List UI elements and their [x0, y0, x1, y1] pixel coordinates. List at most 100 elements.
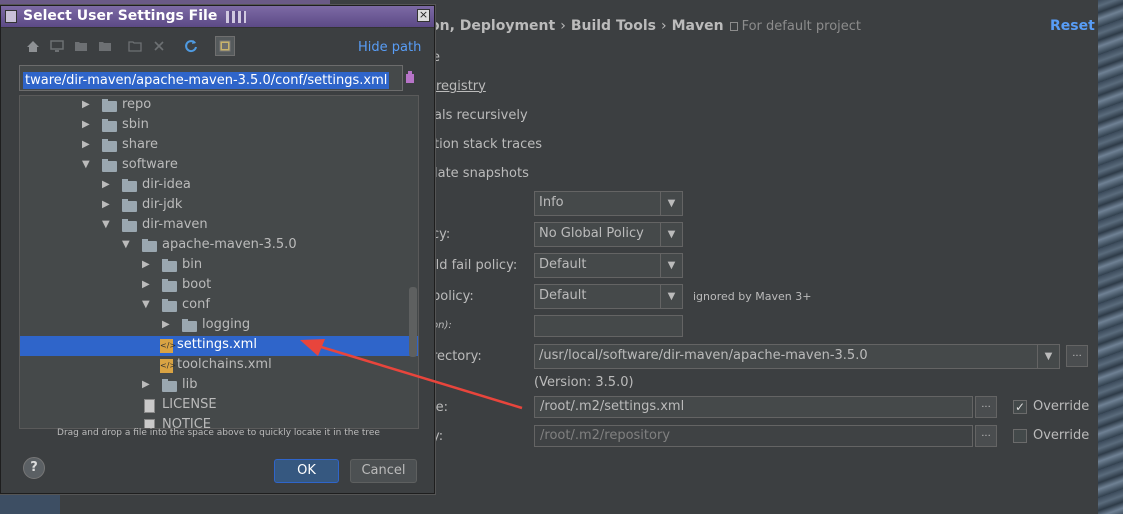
- chevron-down-icon: ▼: [660, 285, 682, 308]
- xml-file-icon: </>: [160, 359, 176, 373]
- expand-down-icon[interactable]: ▼: [142, 299, 150, 310]
- checksum-policy-value: No Global Policy: [539, 226, 644, 241]
- multiproject-fail-policy-value: Default: [539, 257, 587, 272]
- maven-version-text: (Version: 3.5.0): [534, 375, 634, 390]
- folder-icon: [122, 199, 137, 212]
- threads-input[interactable]: [534, 315, 683, 337]
- expand-right-icon[interactable]: ▶: [162, 319, 170, 330]
- desktop-background: [1098, 0, 1123, 514]
- output-level-select[interactable]: Info ▼: [534, 191, 683, 216]
- tree-item[interactable]: ▶ share: [20, 136, 418, 156]
- tree-item[interactable]: ▶ logging: [20, 316, 418, 336]
- tree-item-label: dir-jdk: [142, 197, 183, 212]
- project-scope-label: For default project: [741, 19, 862, 34]
- always-update-snapshots-label: late snapshots: [434, 166, 529, 181]
- tree-item-label: LICENSE: [162, 397, 217, 412]
- tree-item[interactable]: ▶ dir-jdk: [20, 196, 418, 216]
- multiproject-fail-policy-select[interactable]: Default ▼: [534, 253, 683, 278]
- checksum-policy-select[interactable]: No Global Policy ▼: [534, 222, 683, 247]
- expand-right-icon[interactable]: ▶: [102, 199, 110, 210]
- chevron-down-icon: ▼: [660, 192, 682, 215]
- browse-repository-button[interactable]: ...: [975, 425, 997, 447]
- tree-item[interactable]: LICENSE: [20, 396, 418, 416]
- repository-override-checkbox[interactable]: [1013, 429, 1027, 443]
- home-icon[interactable]: [23, 36, 43, 56]
- breadcrumb-separator: ›: [661, 18, 667, 34]
- maven-home-value: /usr/local/software/dir-maven/apache-mav…: [539, 348, 868, 363]
- drag-drop-hint: Drag and drop a file into the space abov…: [57, 428, 380, 438]
- browse-settings-file-button[interactable]: ...: [975, 396, 997, 418]
- expand-right-icon[interactable]: ▶: [82, 99, 90, 110]
- tree-item-label: boot: [182, 277, 212, 292]
- tree-item[interactable]: ▶ boot: [20, 276, 418, 296]
- tree-item[interactable]: ▶ dir-idea: [20, 176, 418, 196]
- desktop-icon[interactable]: [47, 36, 67, 56]
- folder-icon: [162, 379, 177, 392]
- folder-icon: [102, 99, 117, 112]
- tree-item[interactable]: ▶ repo: [20, 96, 418, 116]
- reset-link[interactable]: Reset: [1050, 18, 1095, 34]
- path-input-value: tware/dir-maven/apache-maven-3.5.0/conf/…: [23, 72, 390, 89]
- text-file-icon: [144, 399, 155, 413]
- expand-right-icon[interactable]: ▶: [102, 179, 110, 190]
- local-repository-input[interactable]: /root/.m2/repository: [534, 425, 973, 447]
- expand-down-icon[interactable]: ▼: [102, 219, 110, 230]
- settings-file-input[interactable]: /root/.m2/settings.xml: [534, 396, 973, 418]
- plugin-update-policy-label: policy:: [432, 289, 474, 304]
- expand-right-icon[interactable]: ▶: [142, 379, 150, 390]
- tree-item-selected[interactable]: </> settings.xml: [20, 336, 418, 356]
- breadcrumb-item[interactable]: on, Deployment: [430, 18, 555, 34]
- desktop-background-bottom: [0, 492, 60, 514]
- tree-item-label: sbin: [122, 117, 149, 132]
- expand-right-icon[interactable]: ▶: [142, 259, 150, 270]
- tree-item-label: share: [122, 137, 159, 152]
- tree-item-label: repo: [122, 97, 152, 112]
- tree-item[interactable]: ▶ lib: [20, 376, 418, 396]
- tree-item-label: bin: [182, 257, 203, 272]
- tree-item[interactable]: ▼ software: [20, 156, 418, 176]
- tree-item[interactable]: ▼ conf: [20, 296, 418, 316]
- delete-icon[interactable]: [149, 36, 169, 56]
- select-settings-file-dialog: Select User Settings File × Hide path tw…: [0, 5, 435, 494]
- expand-right-icon[interactable]: ▶: [82, 119, 90, 130]
- folder-icon: [102, 119, 117, 132]
- help-button[interactable]: ?: [23, 457, 45, 479]
- tree-item[interactable]: </> toolchains.xml: [20, 356, 418, 376]
- expand-right-icon[interactable]: ▶: [82, 139, 90, 150]
- tree-item[interactable]: ▶ bin: [20, 256, 418, 276]
- tree-item[interactable]: ▶ sbin: [20, 116, 418, 136]
- file-tree[interactable]: ▶ repo ▶ sbin ▶ share ▼ software ▶ dir-idea ▶ dir-j…: [19, 95, 419, 429]
- maven-settings-panel: on, Deployment › Build Tools › Maven For defa…: [330, 0, 1098, 514]
- settings-override-label: Override: [1033, 399, 1090, 414]
- plugin-update-policy-select[interactable]: Default ▼: [534, 284, 683, 309]
- use-plugin-registry-label: registry: [436, 79, 486, 94]
- expand-down-icon[interactable]: ▼: [82, 159, 90, 170]
- expand-right-icon[interactable]: ▶: [142, 279, 150, 290]
- dialog-titlebar[interactable]: Select User Settings File ×: [1, 6, 434, 28]
- tree-scrollbar[interactable]: [409, 287, 417, 357]
- breadcrumb-item[interactable]: Build Tools: [571, 18, 656, 34]
- output-level-value: Info: [539, 195, 564, 210]
- ok-button[interactable]: OK: [274, 459, 339, 483]
- path-input[interactable]: tware/dir-maven/apache-maven-3.5.0/conf/…: [19, 65, 403, 91]
- cancel-button[interactable]: Cancel: [350, 459, 417, 483]
- tree-item[interactable]: ▼ apache-maven-3.5.0: [20, 236, 418, 256]
- module-folder-icon[interactable]: [95, 36, 115, 56]
- show-hidden-files-icon[interactable]: [215, 36, 235, 56]
- new-folder-icon[interactable]: [125, 36, 145, 56]
- chevron-down-icon: ▼: [1037, 345, 1059, 368]
- tree-item-label: logging: [202, 317, 251, 332]
- tree-item[interactable]: ▼ dir-maven: [20, 216, 418, 236]
- maven-home-select[interactable]: /usr/local/software/dir-maven/apache-mav…: [534, 344, 1060, 369]
- expand-down-icon[interactable]: ▼: [122, 239, 130, 250]
- path-history-icon[interactable]: [405, 70, 415, 84]
- project-folder-icon[interactable]: [71, 36, 91, 56]
- hide-path-link[interactable]: Hide path: [358, 40, 421, 55]
- window-icon: [5, 10, 17, 23]
- repository-override-label: Override: [1033, 428, 1090, 443]
- close-icon[interactable]: ×: [417, 9, 430, 22]
- tree-item-label: settings.xml: [177, 337, 257, 352]
- settings-override-checkbox[interactable]: ✓: [1013, 400, 1027, 414]
- browse-maven-home-button[interactable]: ...: [1066, 345, 1088, 367]
- refresh-icon[interactable]: [181, 36, 201, 56]
